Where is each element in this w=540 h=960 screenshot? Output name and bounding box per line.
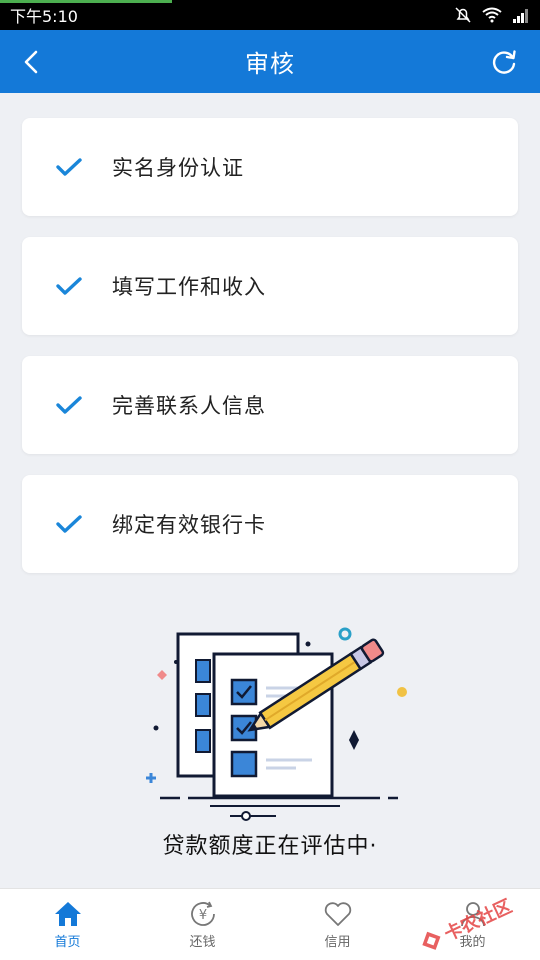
step-bank-card[interactable]: 绑定有效银行卡 bbox=[22, 475, 518, 573]
heart-icon bbox=[324, 902, 351, 926]
step-label: 完善联系人信息 bbox=[112, 394, 266, 418]
status-icons bbox=[454, 6, 530, 24]
status-time: 下午5:10 bbox=[10, 7, 78, 26]
repay-icon: ¥ bbox=[190, 901, 215, 926]
tab-label: 还钱 bbox=[189, 935, 216, 950]
step-label: 绑定有效银行卡 bbox=[112, 513, 266, 537]
step-work-income[interactable]: 填写工作和收入 bbox=[22, 237, 518, 335]
check-icon bbox=[56, 515, 82, 533]
step-label: 实名身份认证 bbox=[112, 156, 244, 180]
check-icon bbox=[56, 396, 82, 414]
tab-label: 信用 bbox=[324, 935, 351, 950]
home-icon bbox=[54, 902, 81, 926]
refresh-icon[interactable] bbox=[488, 46, 520, 78]
wifi-icon bbox=[482, 7, 502, 23]
verification-steps: 实名身份认证 填写工作和收入 完善联系人信息 绑定有效银行卡 bbox=[22, 118, 518, 594]
check-icon bbox=[56, 277, 82, 295]
tab-label: 首页 bbox=[54, 935, 81, 950]
evaluation-status-text: 贷款额度正在评估中· bbox=[162, 834, 378, 859]
page-title: 审核 bbox=[245, 50, 295, 78]
svg-text:¥: ¥ bbox=[198, 908, 206, 923]
check-icon bbox=[56, 158, 82, 176]
loading-progress-bar bbox=[0, 0, 172, 3]
tab-repay[interactable]: ¥ 还钱 bbox=[135, 889, 270, 960]
signal-icon bbox=[513, 9, 528, 23]
status-bar: 下午5:10 bbox=[0, 0, 540, 30]
back-arrow-icon[interactable] bbox=[16, 46, 48, 78]
step-contacts[interactable]: 完善联系人信息 bbox=[22, 356, 518, 454]
tab-home[interactable]: 首页 bbox=[0, 889, 135, 960]
tab-credit[interactable]: 信用 bbox=[270, 889, 405, 960]
alarm-off-icon bbox=[455, 7, 471, 23]
header-bar: 审核 bbox=[0, 30, 540, 93]
step-label: 填写工作和收入 bbox=[112, 275, 266, 299]
step-identity[interactable]: 实名身份认证 bbox=[22, 118, 518, 216]
checklist-pencil-illustration bbox=[146, 627, 407, 821]
